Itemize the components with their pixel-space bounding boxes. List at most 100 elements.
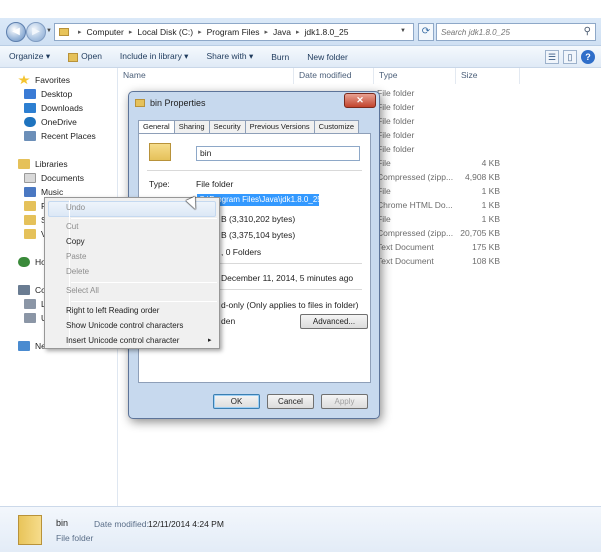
nav-favorites[interactable]: Favorites (18, 75, 70, 85)
breadcrumb-java[interactable]: Java (273, 27, 291, 37)
address-field[interactable]: ▸ Computer ▸ Local Disk (C:) ▸ Program F… (54, 23, 414, 41)
nav-label: Desktop (41, 89, 73, 99)
breadcrumb-jdk[interactable]: jdk1.8.0_25 (305, 27, 349, 37)
details-pane: bin File folder Date modified: 12/11/201… (0, 506, 601, 552)
view-options-icon[interactable]: ☰ (545, 50, 559, 64)
nav-downloads[interactable]: Downloads (24, 103, 83, 113)
drive-icon (24, 313, 36, 323)
size-cell: 1 KB (481, 200, 500, 210)
menu-item-show-unicode-chars[interactable]: Show Unicode control characters (66, 321, 183, 330)
context-menu: Undo Cut Copy Paste Delete Select All Ri… (44, 197, 220, 349)
nav-network[interactable]: Ne (18, 341, 46, 351)
nav-onedrive[interactable]: OneDrive (24, 117, 77, 127)
menu-item-delete[interactable]: Delete (66, 267, 89, 276)
open-icon (68, 52, 79, 62)
share-with-button[interactable]: Share with ▾ (197, 51, 262, 62)
type-cell: File folder (377, 88, 415, 98)
include-in-library-button[interactable]: Include in library ▾ (111, 51, 198, 62)
chevron-right-icon[interactable]: ▸ (129, 28, 133, 36)
search-icon[interactable]: ⚲ (584, 26, 591, 37)
chevron-right-icon[interactable]: ▸ (265, 28, 269, 36)
apply-button: Apply (321, 394, 368, 409)
size-value: B (3,310,202 bytes) (221, 214, 296, 224)
libraries-icon (18, 159, 30, 169)
menu-item-copy[interactable]: Copy (66, 237, 85, 246)
chevron-right-icon[interactable]: ▸ (296, 28, 300, 36)
nav-music[interactable]: Music (24, 187, 63, 197)
type-cell: Compressed (zipp... (377, 228, 454, 238)
cancel-button[interactable]: Cancel (267, 394, 314, 409)
open-button[interactable]: Open (59, 51, 111, 62)
preview-pane-icon[interactable]: ▯ (563, 50, 577, 64)
menu-separator (71, 282, 217, 283)
breadcrumb-local-disk[interactable]: Local Disk (C:) (137, 27, 193, 37)
forward-button[interactable]: ▶ (26, 22, 46, 42)
breadcrumb-computer[interactable]: Computer (87, 27, 124, 37)
tab-general[interactable]: General (138, 120, 175, 134)
column-name[interactable]: Name (118, 68, 294, 84)
submenu-arrow-icon: ▸ (208, 337, 212, 344)
nav-label: Downloads (41, 103, 84, 113)
menu-item-insert-unicode-char[interactable]: Insert Unicode control character (66, 336, 179, 345)
ok-button[interactable]: OK (213, 394, 260, 409)
command-bar: Organize ▾ Open Include in library ▾ Sha… (0, 46, 601, 68)
star-icon (18, 75, 30, 85)
close-button[interactable]: ✕ (344, 93, 376, 108)
menu-item-cut[interactable]: Cut (66, 222, 78, 231)
back-button[interactable]: ◀ (6, 22, 26, 42)
toolbar-right: ☰ ▯ ? (545, 50, 595, 64)
hidden-checkbox-label[interactable]: den (221, 316, 235, 326)
menu-item-paste[interactable]: Paste (66, 252, 86, 261)
search-input[interactable] (441, 27, 571, 37)
type-value: File folder (196, 179, 234, 189)
advanced-button[interactable]: Advanced... (300, 314, 368, 329)
refresh-button[interactable]: ⟳ (418, 23, 434, 41)
type-cell: Chrome HTML Do... (377, 200, 453, 210)
folder-name-field[interactable]: bin (196, 146, 360, 161)
size-cell: 4 KB (481, 158, 500, 168)
nav-libraries[interactable]: Libraries (18, 159, 68, 169)
address-dropdown-icon[interactable]: ▼ (400, 28, 406, 34)
column-size[interactable]: Size (456, 68, 520, 84)
column-date-modified[interactable]: Date modified (294, 68, 374, 84)
nav-label: OneDrive (41, 117, 77, 127)
recent-places-icon (24, 131, 36, 141)
organize-button[interactable]: Organize ▾ (0, 51, 59, 62)
nav-label: Music (41, 187, 64, 197)
tab-sharing[interactable]: Sharing (173, 120, 210, 133)
nav-desktop[interactable]: Desktop (24, 89, 72, 99)
chevron-right-icon[interactable]: ▸ (78, 28, 82, 36)
nav-documents[interactable]: Documents (24, 173, 84, 183)
column-type[interactable]: Type (374, 68, 456, 84)
tab-customize[interactable]: Customize (313, 120, 360, 133)
size-cell: 108 KB (472, 256, 500, 266)
tab-previous-versions[interactable]: Previous Versions (244, 120, 315, 133)
menu-item-rtl-reading-order[interactable]: Right to left Reading order (66, 306, 159, 315)
tab-security[interactable]: Security (208, 120, 246, 133)
help-icon[interactable]: ? (581, 50, 595, 64)
videos-icon (24, 229, 36, 239)
size-cell: 175 KB (472, 242, 500, 252)
read-only-checkbox-label[interactable]: d-only (Only applies to files in folder) (221, 300, 358, 310)
burn-button[interactable]: Burn (262, 52, 298, 62)
chevron-right-icon[interactable]: ▸ (198, 28, 202, 36)
nav-local-disk[interactable]: L (24, 299, 46, 309)
folder-icon (135, 99, 145, 107)
network-icon (18, 341, 30, 351)
breadcrumb-program-files[interactable]: Program Files (207, 27, 260, 37)
documents-icon (24, 173, 36, 183)
dialog-title: bin Properties (135, 98, 206, 108)
new-folder-button[interactable]: New folder (298, 52, 357, 62)
menu-item-undo[interactable]: Undo (66, 203, 85, 212)
nav-recent-places[interactable]: Recent Places (24, 131, 96, 141)
nav-homegroup[interactable]: Ho (18, 257, 46, 267)
search-box[interactable]: ⚲ (436, 23, 596, 41)
size-cell: 1 KB (481, 214, 500, 224)
nav-label: Libraries (35, 159, 68, 169)
folder-icon (24, 215, 36, 225)
menu-item-select-all[interactable]: Select All (66, 286, 99, 295)
nav-computer[interactable]: Co (18, 285, 46, 295)
size-on-disk-value: B (3,375,104 bytes) (221, 230, 296, 240)
folder-icon (149, 143, 171, 161)
recent-pages-dropdown-icon[interactable]: ▼ (46, 28, 52, 34)
